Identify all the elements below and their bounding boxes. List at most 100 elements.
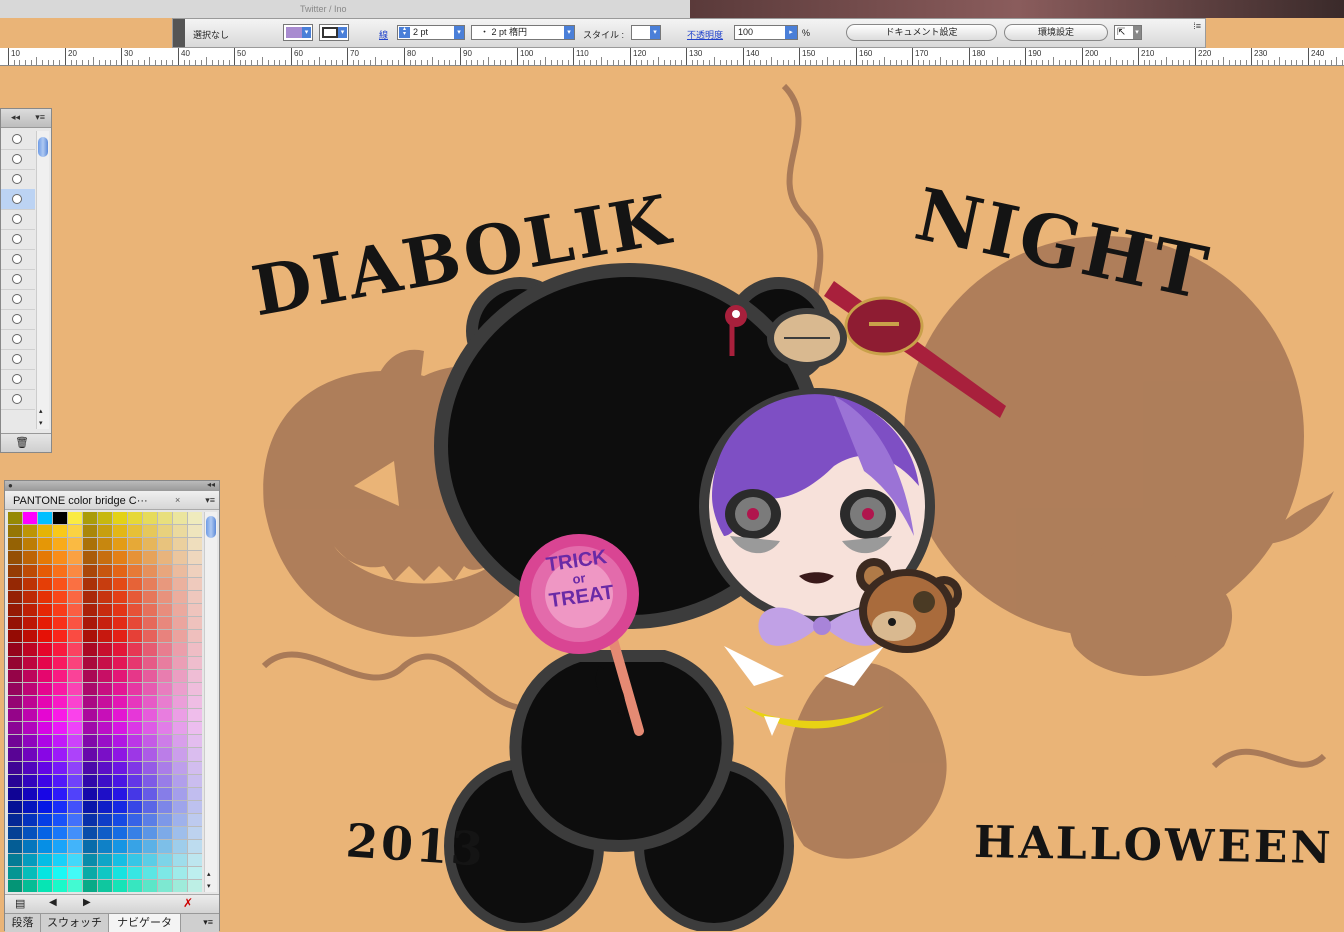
color-swatch[interactable]	[8, 866, 22, 879]
layer-row[interactable]	[1, 149, 35, 170]
color-swatch[interactable]	[128, 722, 142, 735]
color-swatch[interactable]	[128, 669, 142, 682]
scrollbar-thumb[interactable]	[206, 516, 216, 538]
color-swatch[interactable]	[113, 564, 127, 577]
color-swatch[interactable]	[23, 695, 37, 709]
color-swatch[interactable]	[53, 722, 67, 735]
no-fill-icon[interactable]: ✗	[183, 896, 193, 910]
color-swatch[interactable]	[83, 801, 97, 814]
color-swatch[interactable]	[128, 866, 142, 879]
color-swatch[interactable]	[68, 617, 82, 630]
color-swatch[interactable]	[188, 814, 202, 827]
color-swatch[interactable]	[188, 853, 202, 866]
color-swatch[interactable]	[53, 761, 67, 774]
color-swatch[interactable]	[128, 551, 142, 564]
swatch-grid[interactable]	[8, 512, 202, 892]
color-swatch[interactable]	[113, 656, 127, 669]
color-swatch[interactable]	[173, 603, 187, 617]
color-swatch[interactable]	[23, 787, 37, 801]
color-swatch[interactable]	[38, 709, 52, 722]
color-swatch[interactable]	[158, 617, 172, 630]
color-swatch[interactable]	[173, 551, 187, 564]
color-swatch[interactable]	[113, 525, 127, 538]
color-swatch[interactable]	[173, 866, 187, 879]
color-swatch[interactable]	[23, 853, 37, 866]
collapse-icon[interactable]: ◂◂	[11, 112, 20, 123]
color-swatch[interactable]	[143, 709, 157, 722]
color-swatch[interactable]	[83, 709, 97, 722]
color-swatch[interactable]	[23, 564, 37, 577]
color-swatch[interactable]	[53, 748, 67, 761]
color-swatch[interactable]	[98, 551, 112, 564]
color-swatch[interactable]	[53, 577, 67, 590]
color-swatch[interactable]	[173, 630, 187, 643]
color-swatch[interactable]	[98, 774, 112, 787]
color-swatch[interactable]	[128, 735, 142, 748]
color-swatch[interactable]	[83, 787, 97, 801]
color-swatch[interactable]	[53, 801, 67, 814]
color-swatch[interactable]	[173, 525, 187, 538]
color-swatch[interactable]	[128, 787, 142, 801]
color-swatch[interactable]	[8, 669, 22, 682]
color-swatch[interactable]	[83, 551, 97, 564]
color-swatch[interactable]	[68, 590, 82, 603]
color-swatch[interactable]	[128, 774, 142, 787]
color-swatch[interactable]	[98, 590, 112, 603]
color-swatch[interactable]	[8, 774, 22, 787]
color-swatch[interactable]	[8, 577, 22, 590]
color-swatch[interactable]	[158, 695, 172, 709]
color-swatch[interactable]	[68, 735, 82, 748]
layer-target-circle-icon[interactable]	[12, 314, 22, 324]
color-swatch[interactable]	[158, 827, 172, 840]
color-swatch[interactable]	[98, 709, 112, 722]
layer-row[interactable]	[1, 309, 35, 330]
color-swatch[interactable]	[83, 590, 97, 603]
color-swatch[interactable]	[98, 643, 112, 656]
color-swatch[interactable]	[68, 879, 82, 892]
stroke-color-swatch[interactable]: ▾	[319, 24, 349, 41]
color-swatch[interactable]	[68, 748, 82, 761]
color-swatch[interactable]	[128, 590, 142, 603]
color-swatch[interactable]	[23, 722, 37, 735]
color-swatch[interactable]	[113, 695, 127, 709]
color-swatch[interactable]	[113, 709, 127, 722]
color-swatch[interactable]	[188, 617, 202, 630]
color-swatch[interactable]	[158, 709, 172, 722]
collapse-icon[interactable]: ◂◂	[207, 480, 215, 489]
color-swatch[interactable]	[158, 656, 172, 669]
color-swatch[interactable]	[8, 840, 22, 853]
color-swatch[interactable]	[83, 630, 97, 643]
color-swatch[interactable]	[98, 538, 112, 551]
color-swatch[interactable]	[113, 879, 127, 892]
color-swatch[interactable]	[128, 840, 142, 853]
color-swatch[interactable]	[68, 695, 82, 709]
color-swatch[interactable]	[83, 866, 97, 879]
color-swatch[interactable]	[53, 538, 67, 551]
color-swatch[interactable]	[173, 801, 187, 814]
color-swatch[interactable]	[38, 866, 52, 879]
color-swatch[interactable]	[8, 525, 22, 538]
color-swatch[interactable]	[173, 827, 187, 840]
color-swatch[interactable]	[128, 709, 142, 722]
color-swatch[interactable]	[173, 656, 187, 669]
color-swatch[interactable]	[143, 630, 157, 643]
color-swatch[interactable]	[68, 787, 82, 801]
color-swatch[interactable]	[158, 722, 172, 735]
color-swatch[interactable]	[8, 748, 22, 761]
color-swatch[interactable]	[53, 564, 67, 577]
color-swatch[interactable]	[68, 669, 82, 682]
color-swatch[interactable]	[143, 787, 157, 801]
color-swatch[interactable]	[53, 695, 67, 709]
color-swatch[interactable]	[158, 643, 172, 656]
color-swatch[interactable]	[83, 761, 97, 774]
color-swatch[interactable]	[113, 669, 127, 682]
color-swatch[interactable]	[98, 630, 112, 643]
color-swatch[interactable]	[113, 551, 127, 564]
stepper-icon[interactable]: ▴ ▾	[399, 26, 410, 38]
color-swatch[interactable]	[143, 512, 157, 525]
brush-definition-field[interactable]: ・ 2 pt 楕円 ▾	[471, 25, 575, 40]
chevron-down-icon[interactable]: ▾	[564, 26, 574, 39]
color-swatch[interactable]	[83, 525, 97, 538]
color-swatch[interactable]	[173, 617, 187, 630]
color-swatch[interactable]	[173, 695, 187, 709]
